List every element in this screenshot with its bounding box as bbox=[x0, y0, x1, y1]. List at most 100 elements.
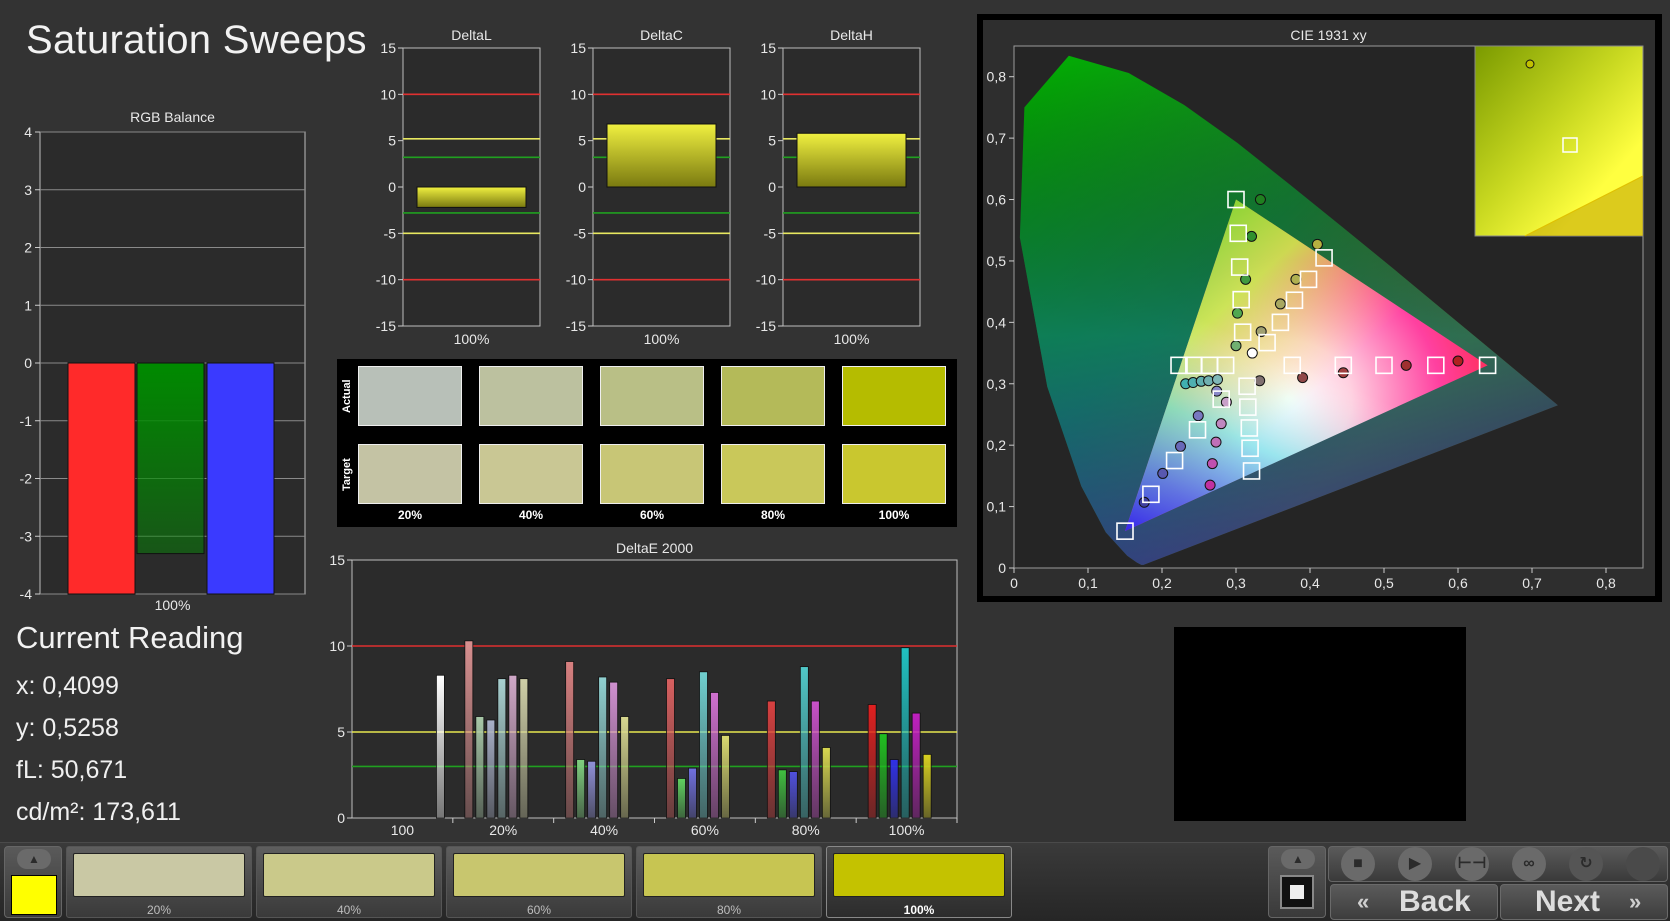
rgb-balance-chart: RGB Balance 4 3 2 1 0 -1 -2 -3 -4 100% bbox=[20, 109, 306, 613]
cie-y-tick-label: 0,1 bbox=[987, 499, 1007, 515]
cie-measured-point bbox=[1246, 347, 1258, 359]
cie-x-tick-label: 0 bbox=[1010, 575, 1018, 591]
deltae-y-tick-label: 5 bbox=[337, 724, 345, 740]
next-button[interactable]: Next » bbox=[1500, 884, 1668, 920]
actual-swatch bbox=[842, 366, 946, 426]
cie-measured-point bbox=[1215, 418, 1227, 430]
cie-y-tick-label: 0,7 bbox=[987, 130, 1007, 146]
delta-y-tick-label: -10 bbox=[566, 272, 586, 288]
rgb-y-tick-label: -3 bbox=[20, 528, 33, 544]
delta-y-tick-label: -15 bbox=[756, 318, 776, 334]
swatch-label: 100% bbox=[878, 508, 910, 522]
reading-x: x: 0,4099 bbox=[16, 672, 119, 700]
step-tile-60[interactable]: 60% bbox=[446, 846, 632, 918]
delta-y-tick-label: 15 bbox=[760, 40, 776, 56]
delta-bar bbox=[416, 186, 527, 208]
deltae-x-tick-label: 100% bbox=[889, 822, 925, 836]
rgb-balance-title: RGB Balance bbox=[130, 109, 215, 125]
back-button[interactable]: « Back bbox=[1330, 884, 1498, 920]
deltae-y-tick-label: 10 bbox=[329, 638, 345, 654]
current-reading-title: Current Reading bbox=[16, 620, 244, 655]
cie-measured-point bbox=[1203, 375, 1215, 387]
next-chevron-icon: » bbox=[1629, 889, 1642, 914]
cie-measured-point bbox=[1254, 375, 1266, 387]
cie-measured-point bbox=[1157, 467, 1169, 479]
deltae-bar bbox=[598, 676, 608, 819]
cie-y-tick-label: 0,8 bbox=[987, 69, 1007, 85]
deltae-x-tick-label: 20% bbox=[489, 822, 517, 836]
cie-measured-point bbox=[1246, 230, 1258, 242]
deltae-x-tick-label: 100 bbox=[391, 822, 415, 836]
swatch-label: 80% bbox=[760, 508, 786, 522]
step-tile-20[interactable]: 20% bbox=[66, 846, 252, 918]
step-tile-80[interactable]: 80% bbox=[636, 846, 822, 918]
cie-y-tick-label: 0,4 bbox=[987, 314, 1007, 330]
step-tile-40[interactable]: 40% bbox=[256, 846, 442, 918]
delta-charts: DeltaL 15 10 5 0 -5 -10 -15 100% DeltaC 15 10 5 0 -5 -1… bbox=[376, 27, 921, 347]
target-swatch bbox=[842, 444, 946, 504]
target-swatch bbox=[721, 444, 825, 504]
deltae-bar bbox=[609, 681, 619, 819]
step-tile-100[interactable]: 100% bbox=[826, 846, 1012, 918]
reading-cdm2: cd/m²: 173,611 bbox=[16, 798, 181, 826]
current-color-swatch bbox=[11, 875, 57, 915]
cie-y-tick-label: 0,2 bbox=[987, 437, 1007, 453]
delta-bar bbox=[606, 123, 717, 188]
step-swatch bbox=[73, 853, 245, 897]
swatch-label: 60% bbox=[639, 508, 665, 522]
stop-icon[interactable]: ■ bbox=[1341, 847, 1375, 881]
delta-y-tick-label: 0 bbox=[388, 179, 396, 195]
delta-y-tick-label: -5 bbox=[764, 225, 777, 241]
actual-swatch bbox=[479, 366, 583, 426]
rgb-bar-red bbox=[67, 362, 136, 595]
fit-icon[interactable]: ⊢⊣ bbox=[1455, 847, 1489, 881]
deltae-bar bbox=[508, 674, 518, 819]
rgb-y-tick-label: 1 bbox=[24, 297, 32, 313]
record-icon[interactable] bbox=[1626, 847, 1660, 881]
cie-y-tick-label: 0,5 bbox=[987, 253, 1007, 269]
up-arrow-icon[interactable]: ▲ bbox=[17, 849, 51, 869]
transport-controls bbox=[1328, 846, 1668, 882]
delta-chart-title: DeltaL bbox=[451, 27, 492, 43]
actual-row-label: Actual bbox=[341, 379, 353, 413]
cie-x-tick-label: 0,8 bbox=[1596, 575, 1616, 591]
stop-measure-button[interactable]: ▲ bbox=[1268, 846, 1326, 918]
step-label: 20% bbox=[146, 903, 172, 917]
deltae-bar bbox=[436, 674, 445, 819]
cie-x-tick-label: 0,5 bbox=[1374, 575, 1394, 591]
rgb-y-tick-label: -1 bbox=[20, 413, 33, 429]
deltae-bar bbox=[565, 661, 575, 819]
page-title: Saturation Sweeps bbox=[26, 18, 367, 62]
delta-y-tick-label: -15 bbox=[376, 318, 396, 334]
cie-x-tick-label: 0,3 bbox=[1226, 575, 1246, 591]
cie-measured-point bbox=[1206, 458, 1218, 470]
play-icon[interactable]: ▶ bbox=[1398, 847, 1432, 881]
deltae-bar bbox=[587, 760, 597, 819]
step-swatch bbox=[643, 853, 815, 897]
cie-measured-point bbox=[1311, 238, 1323, 250]
deltae-bar bbox=[699, 671, 708, 819]
step-label: 40% bbox=[336, 903, 362, 917]
current-color-button[interactable]: ▲ bbox=[4, 846, 62, 918]
rgb-bar-green bbox=[136, 362, 205, 555]
delta-y-tick-label: -10 bbox=[376, 272, 396, 288]
cie-x-tick-label: 0,7 bbox=[1522, 575, 1542, 591]
deltae-bar bbox=[810, 700, 820, 819]
step-swatch bbox=[833, 853, 1005, 897]
cie-x-tick-label: 0,4 bbox=[1300, 575, 1320, 591]
reading-fl: fL: 50,671 bbox=[16, 756, 128, 784]
delta-y-tick-label: 10 bbox=[570, 86, 586, 102]
delta-x-label: 100% bbox=[834, 331, 870, 347]
rgb-y-tick-label: 2 bbox=[24, 240, 32, 256]
actual-swatch bbox=[600, 366, 704, 426]
swatch-comparison-panel: Actual Target 20% 40% 60% 80% 100% bbox=[337, 359, 957, 527]
delta-y-tick-label: 5 bbox=[388, 133, 396, 149]
step-label: 100% bbox=[903, 903, 935, 917]
loop-icon[interactable]: ∞ bbox=[1512, 847, 1546, 881]
delta-y-tick-label: 5 bbox=[578, 133, 586, 149]
cie-zoom-measured-point bbox=[1525, 59, 1535, 69]
refresh-icon[interactable]: ↻ bbox=[1569, 847, 1603, 881]
target-swatch bbox=[358, 444, 462, 504]
deltae-bar bbox=[889, 759, 899, 819]
deltae-bar bbox=[721, 735, 730, 819]
